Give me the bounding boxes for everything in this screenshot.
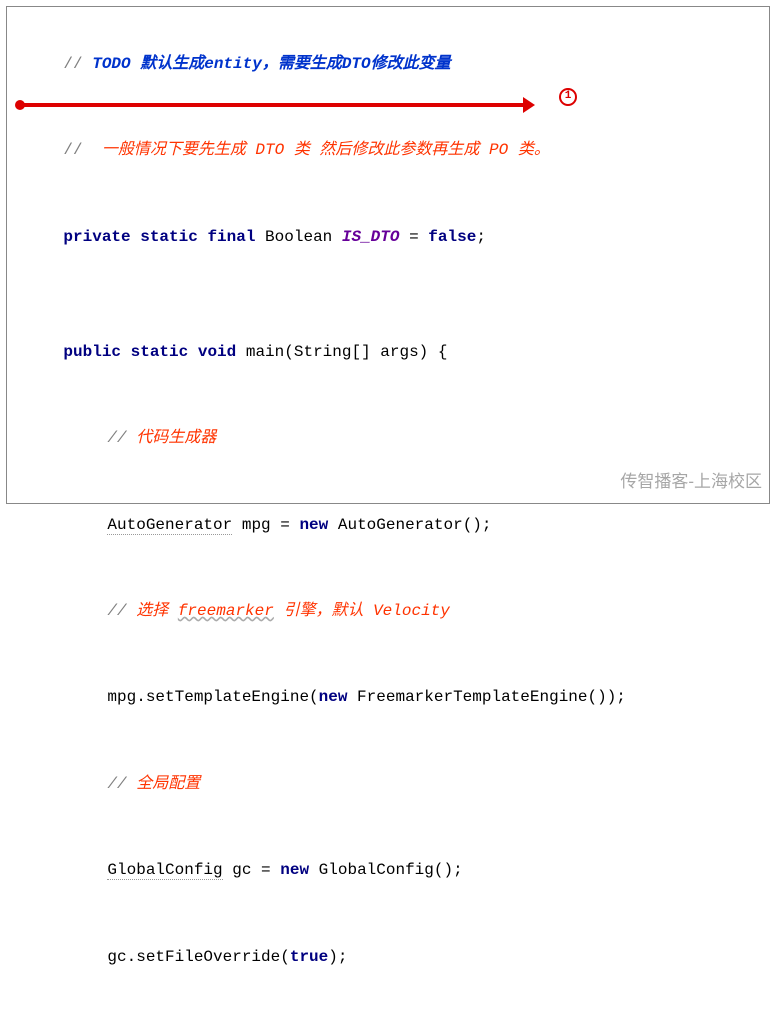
field-is-dto: IS_DTO xyxy=(342,228,400,246)
code-line-globalconfig: GlobalConfig gc = new GlobalConfig(); xyxy=(25,827,751,913)
ctor-autogenerator: AutoGenerator(); xyxy=(328,516,491,534)
call-end: ); xyxy=(328,948,347,966)
code-line-comment-gen: // 代码生成器 xyxy=(25,395,751,481)
comment-slash: // xyxy=(63,55,82,73)
ctor-globalconfig: GlobalConfig(); xyxy=(309,861,463,879)
keyword-new: new xyxy=(299,516,328,534)
keyword-static: static xyxy=(121,343,188,361)
keyword-private: private xyxy=(63,228,130,246)
comment-text: 一般情况下要先生成 DTO 类 然后修改此参数再生成 PO 类。 xyxy=(83,141,550,159)
comment-slash: // xyxy=(107,602,136,620)
todo-text: 默认生成entity，需要生成DTO修改此变量 xyxy=(140,55,450,73)
semicolon: ; xyxy=(476,228,486,246)
comment-text: 引擎，默认 xyxy=(274,602,373,620)
equals: = xyxy=(399,228,428,246)
code-line-autogen: AutoGenerator mpg = new AutoGenerator(); xyxy=(25,482,751,568)
code-line-set-fileoverride: gc.setFileOverride(true); xyxy=(25,914,751,1000)
type-globalconfig: GlobalConfig xyxy=(107,861,222,880)
code-editor: // TODO 默认生成entity，需要生成DTO修改此变量 // 一般情况下… xyxy=(6,6,770,504)
comment-freemarker: freemarker xyxy=(178,602,274,620)
annotation-circle-1: 1 xyxy=(559,88,577,106)
code-line-set-outputdir: gc.setOutputDir(System.getProperty("user… xyxy=(25,1000,751,1020)
code-line-1: // TODO 默认生成entity，需要生成DTO修改此变量 xyxy=(25,21,751,107)
code-line-3: private static final Boolean IS_DTO = fa… xyxy=(25,194,751,280)
keyword-static: static xyxy=(131,228,198,246)
highlight-underline-arrow xyxy=(19,103,529,107)
keyword-void: void xyxy=(188,343,236,361)
equals: = xyxy=(251,861,280,879)
keyword-new: new xyxy=(280,861,309,879)
comment-text: 选择 xyxy=(136,602,178,620)
annotation-number: 1 xyxy=(565,87,572,107)
keyword-public: public xyxy=(63,343,121,361)
ctor-freemarker-engine: FreemarkerTemplateEngine()); xyxy=(347,688,625,706)
code-line-comment-engine: // 选择 freemarker 引擎，默认 Velocity xyxy=(25,568,751,654)
var-mpg: mpg xyxy=(232,516,270,534)
code-line-set-template: mpg.setTemplateEngine(new FreemarkerTemp… xyxy=(25,655,751,741)
var-gc: gc xyxy=(223,861,252,879)
call-set-file-override: gc.setFileOverride( xyxy=(107,948,289,966)
type-boolean: Boolean xyxy=(255,228,341,246)
comment-velocity: Velocity xyxy=(373,602,450,620)
comment-text: 代码生成器 xyxy=(136,429,216,447)
code-line-main-decl: public static void main(String[] args) { xyxy=(25,309,751,395)
keyword-new: new xyxy=(319,688,348,706)
keyword-final: final xyxy=(198,228,256,246)
todo-keyword: TODO xyxy=(83,55,141,73)
main-signature: main(String[] args) { xyxy=(236,343,447,361)
call-set-template-engine: mpg.setTemplateEngine( xyxy=(107,688,318,706)
comment-slash: // xyxy=(63,141,82,159)
type-autogenerator: AutoGenerator xyxy=(107,516,232,535)
keyword-false: false xyxy=(428,228,476,246)
comment-slash: // xyxy=(107,775,136,793)
comment-slash: // xyxy=(107,429,136,447)
blank-line xyxy=(25,280,751,309)
code-line-2: // 一般情况下要先生成 DTO 类 然后修改此参数再生成 PO 类。 xyxy=(25,107,751,193)
comment-text: 全局配置 xyxy=(136,775,200,793)
code-line-comment-global: // 全局配置 xyxy=(25,741,751,827)
equals: = xyxy=(271,516,300,534)
keyword-true: true xyxy=(290,948,328,966)
